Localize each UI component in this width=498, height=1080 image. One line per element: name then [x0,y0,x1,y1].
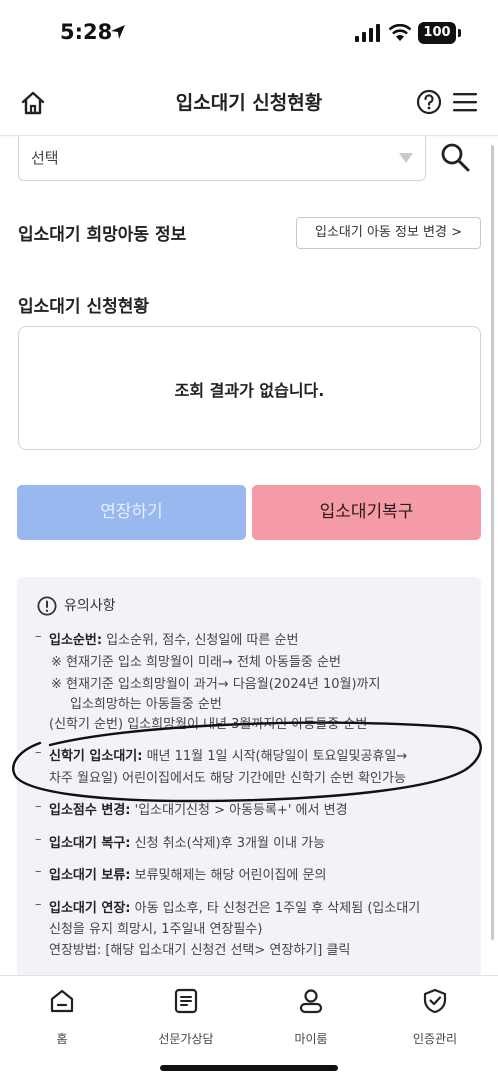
list-dash: – [35,799,42,814]
nav-auth[interactable]: 인증관리 [380,986,490,1046]
status-bar: 5:28 100 [0,0,498,68]
consult-icon [174,988,198,1014]
notice-note: ※ 현재기준 입소희망월이 과거→ 다음월(2024년 10월)까지 [51,677,381,692]
result-box: 조회 결과가 없습니다. [18,326,481,450]
notice-text: 신청 취소(삭제)후 3개월 이내 가능 [130,836,326,851]
list-dash: – [35,897,42,912]
child-info-title: 입소대기 희망아동 정보 [18,225,187,245]
notice-note: ※ 현재기준 입소 희망월이 미래→ 전체 아동들중 순번 [51,655,341,670]
notice-text: 매년 11월 1일 시작(해당일이 토요일및공휴일→ [142,749,408,764]
search-icon[interactable] [440,142,470,172]
notice-title: 유의사항 [64,598,116,614]
notice-term: 입소순번: [49,633,103,648]
battery-nub [458,29,461,37]
list-dash: – [35,832,42,847]
list-dash: – [35,629,42,644]
info-alert-icon [37,596,57,616]
nav-label: 마이룸 [294,1032,328,1046]
notice-text: '입소대기신청 > 아동등록+' 에서 변경 [130,803,348,818]
home-indicator [160,1065,338,1071]
list-dash: – [35,864,42,879]
status-time: 5:28 [60,20,113,44]
nav-label: 인증관리 [412,1032,458,1046]
notice-text: 보류및해제는 해당 어린이집에 문의 [130,868,327,883]
notice-text-cont: 연장방법: [해당 입소대기 신청건 선택> 연장하기] 클릭 [49,943,351,958]
facility-select[interactable]: 선택 [18,136,426,181]
notice-text: 입소순위, 점수, 신청일에 따른 순번 [102,633,299,648]
notice-term: 입소대기 연장: [49,901,131,916]
notice-panel: 유의사항 – 입소순번: 입소순위, 점수, 신청일에 따른 순번 ※ 현재기준… [17,577,481,977]
cellular-signal-icon [355,24,380,42]
nav-label: 선문가상담 [158,1032,214,1046]
notice-term: 입소대기 보류: [49,868,131,883]
shield-check-icon [423,988,447,1014]
application-status-title: 입소대기 신청현황 [18,297,150,317]
select-value: 선택 [31,149,59,167]
scrollbar[interactable] [491,145,494,940]
nav-consult[interactable]: 선문가상담 [131,986,241,1046]
notice-text: 아동 입소후, 타 신청건은 1주일 후 삭제됨 (입소대기 [130,901,421,916]
help-icon[interactable] [416,89,442,115]
notice-note: (신학기 순번) 입소희망월이 내년 3월까지인 아동들중 순번 [49,717,368,732]
list-dash: – [35,745,42,760]
notice-term: 입소점수 변경: [49,803,131,818]
notice-text-cont: 차주 월요일) 어린이집에서도 해당 기간에만 신학기 순번 확인가능 [49,771,406,786]
location-arrow-icon [111,25,125,39]
restore-button[interactable]: 입소대기복구 [252,485,481,540]
wifi-icon [388,23,412,41]
home-icon [50,989,74,1013]
caret-down-icon [399,153,413,163]
person-icon [299,989,323,1014]
notice-note: 입소희망하는 아동들중 순번 [70,697,222,712]
notice-text-cont: 신청을 유지 희망시, 1주일내 연장필수) [49,922,263,937]
empty-result-message: 조회 결과가 없습니다. [174,381,325,400]
change-child-info-button[interactable]: 입소대기 아동 정보 변경 > [296,217,481,249]
nav-label: 홈 [56,1032,68,1046]
hamburger-menu-icon[interactable] [452,91,478,113]
nav-myroom[interactable]: 마이룸 [256,986,366,1046]
notice-term: 입소대기 복구: [49,836,131,851]
extend-button[interactable]: 연장하기 [17,485,246,540]
nav-home[interactable]: 홈 [7,986,117,1046]
notice-term: 신학기 입소대기: [49,749,143,764]
battery-indicator: 100 [418,22,456,44]
app-header: 입소대기 신청현황 [0,68,498,136]
